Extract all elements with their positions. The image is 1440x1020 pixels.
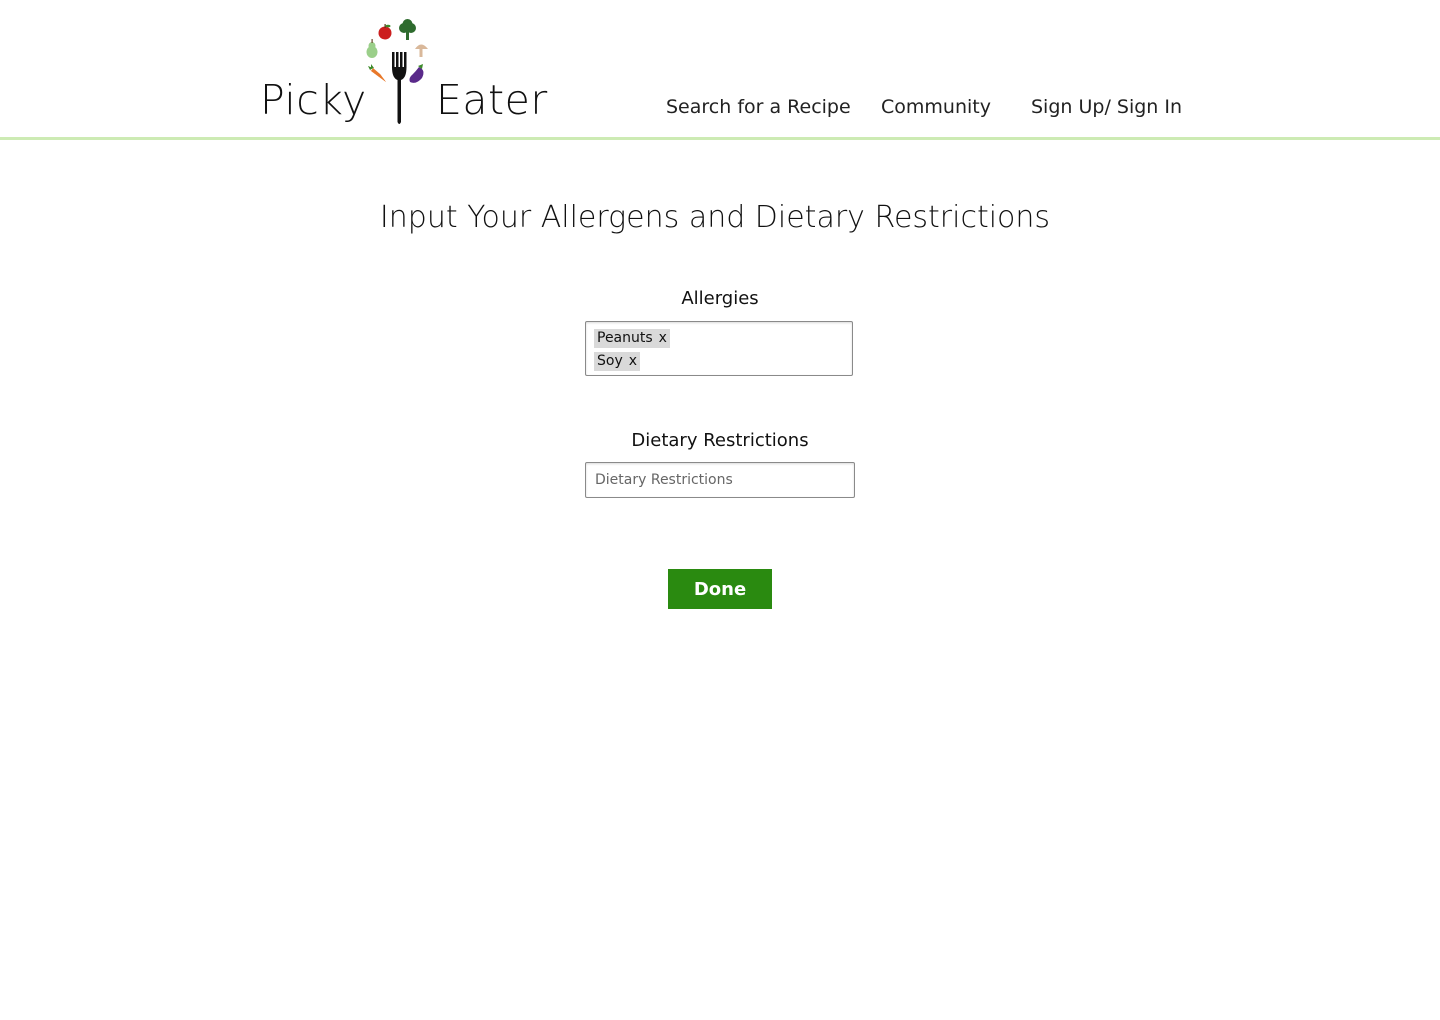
carrot-icon xyxy=(368,64,386,82)
allergy-tag: Peanuts x xyxy=(594,329,670,348)
mushroom-icon xyxy=(415,44,428,57)
broccoli-icon xyxy=(399,19,416,40)
dietary-restrictions-input[interactable] xyxy=(585,462,855,498)
nav-sign-in[interactable]: Sign Up/ Sign In xyxy=(1031,96,1182,118)
logo-art xyxy=(366,19,428,124)
pear-icon xyxy=(366,39,378,58)
eggplant-icon xyxy=(409,64,424,83)
page-title: Input Your Allergens and Dietary Restric… xyxy=(379,200,1051,235)
allergy-tag: Soy x xyxy=(594,352,641,371)
allergy-tag-label: Soy xyxy=(597,353,623,369)
logo-word-eater: Eater xyxy=(436,76,548,124)
logo-word-picky: Picky xyxy=(260,76,367,124)
site-header: Picky Eater Search for a Recipe Communit… xyxy=(0,0,1440,140)
fork-icon xyxy=(392,52,407,124)
apple-icon xyxy=(378,24,392,40)
allergies-label: Allergies xyxy=(681,288,759,309)
remove-tag-button[interactable]: x xyxy=(659,330,667,346)
remove-tag-button[interactable]: x xyxy=(629,353,637,369)
nav-search-recipe[interactable]: Search for a Recipe xyxy=(666,96,851,118)
nav-community[interactable]: Community xyxy=(881,96,991,118)
dietary-restrictions-label: Dietary Restrictions xyxy=(631,430,809,451)
allergy-tag-label: Peanuts xyxy=(597,330,653,346)
done-button[interactable]: Done xyxy=(668,569,772,609)
allergies-tag-input[interactable]: Peanuts x Soy x xyxy=(585,321,853,376)
logo[interactable]: Picky Eater xyxy=(258,18,548,130)
